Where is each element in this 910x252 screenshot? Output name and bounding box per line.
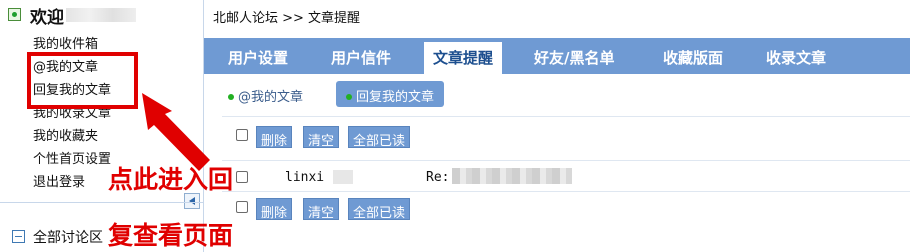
select-all-checkbox-bottom[interactable] <box>236 201 248 213</box>
green-dot-icon <box>346 93 352 100</box>
sidebar-item-homepage-settings[interactable]: 个性首页设置 <box>33 148 111 171</box>
annotation-line-2: 复查看页面 <box>108 221 234 250</box>
divider <box>222 191 910 192</box>
collapse-icon[interactable] <box>12 230 25 243</box>
sidebar-item-logout[interactable]: 退出登录 <box>33 171 111 194</box>
divider <box>0 202 203 203</box>
tab-friends-blacklist[interactable]: 好友/黑名单 <box>534 47 614 68</box>
subtab-replies[interactable]: 回复我的文章 <box>336 81 445 107</box>
delete-button[interactable]: 删除 <box>256 126 293 149</box>
mark-all-read-button-bottom[interactable]: 全部已读 <box>348 198 411 221</box>
tab-article-alerts[interactable]: 文章提醒 <box>424 42 503 74</box>
delete-button-bottom[interactable]: 删除 <box>256 198 293 221</box>
tab-user-mail[interactable]: 用户信件 <box>331 47 391 68</box>
breadcrumb: 北邮人论坛 >> 文章提醒 <box>213 11 361 26</box>
welcome-text: 欢迎 <box>30 8 64 28</box>
highlight-box <box>27 52 138 109</box>
green-dot-icon <box>228 93 234 100</box>
tab-bar: 用户设置 用户信件 文章提醒 好友/黑名单 收藏版面 收录文章 <box>204 38 910 74</box>
row-author[interactable]: linxi <box>285 170 324 185</box>
tab-user-settings[interactable]: 用户设置 <box>228 47 288 68</box>
subject-redacted <box>452 168 572 184</box>
row-subject-prefix[interactable]: Re: <box>426 170 449 185</box>
subtab-at-me[interactable]: @我的文章 <box>228 86 303 105</box>
divider <box>222 116 910 117</box>
author-redacted <box>333 170 353 184</box>
tab-collected-articles[interactable]: 收录文章 <box>766 47 826 68</box>
select-all-checkbox[interactable] <box>236 129 248 141</box>
clear-button[interactable]: 清空 <box>303 126 340 149</box>
clear-button-bottom[interactable]: 清空 <box>303 198 340 221</box>
row-checkbox[interactable] <box>236 171 248 183</box>
divider <box>222 160 910 161</box>
online-status-icon <box>8 8 21 21</box>
username-redacted <box>66 8 136 22</box>
tab-favorite-boards[interactable]: 收藏版面 <box>663 47 723 68</box>
sidebar-item-favorites[interactable]: 我的收藏夹 <box>33 125 111 148</box>
sidebar-item-all-discussions[interactable]: 全部讨论区 <box>33 227 103 247</box>
annotation-line-1: 点此进入回 <box>108 165 234 194</box>
mark-all-read-button[interactable]: 全部已读 <box>348 126 411 149</box>
sidebar: 欢迎 我的收件箱 @我的文章 回复我的文章 我的收录文章 我的收藏夹 个性首页设… <box>0 0 204 252</box>
